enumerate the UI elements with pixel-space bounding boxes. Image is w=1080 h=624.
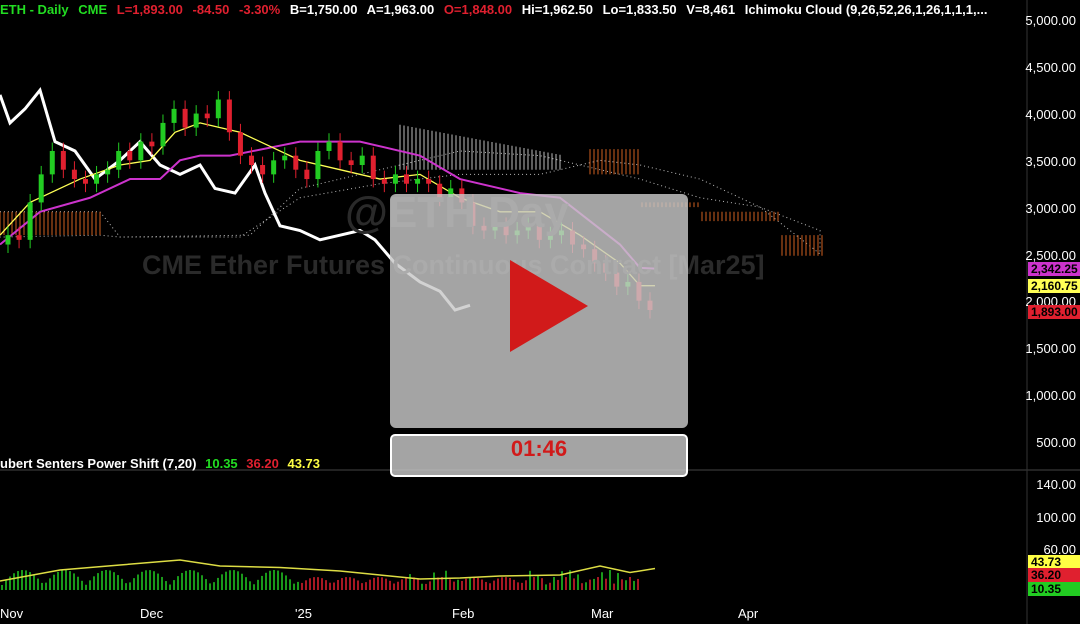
candle-body	[392, 174, 398, 184]
indicator-tag-green: 10.35	[1028, 582, 1080, 596]
x-axis-label: Feb	[452, 606, 475, 621]
candle-body	[271, 160, 277, 175]
bid-price: B=1,750.00	[289, 2, 358, 17]
candle-body	[204, 113, 210, 119]
candle-body	[94, 174, 100, 184]
candle-body	[160, 122, 166, 147]
indicator-name: ubert Senters Power Shift (7,20)	[0, 456, 197, 471]
low-price: Lo=1,833.50	[602, 2, 677, 17]
candle-body	[5, 235, 11, 245]
candle-body	[249, 155, 255, 166]
candle-body	[226, 99, 232, 133]
x-axis-label: Apr	[738, 606, 759, 621]
candle-body	[370, 155, 376, 180]
price-axis-label: 4,500.00	[1025, 60, 1076, 75]
indicator-value-yellow: 43.73	[287, 456, 321, 471]
candle-body	[403, 174, 409, 184]
x-axis-label: Nov	[0, 606, 24, 621]
candle-body	[260, 165, 266, 175]
candle-body	[315, 150, 321, 180]
price-axis-label: 3,000.00	[1025, 201, 1076, 216]
candle-body	[359, 155, 365, 166]
change-value: -84.50	[192, 2, 230, 17]
chart-header: ETH - Daily CME L=1,893.00 -84.50 -3.30%…	[0, 2, 993, 20]
video-duration: 01:46	[510, 436, 568, 461]
price-axis-label: 500.00	[1036, 435, 1076, 450]
candle-body	[348, 160, 354, 166]
x-axis-label: Dec	[140, 606, 164, 621]
price-axis-label: 2,500.00	[1025, 248, 1076, 263]
chart-root[interactable]: ETH - Daily CME L=1,893.00 -84.50 -3.30%…	[0, 0, 1080, 624]
candle-body	[171, 108, 177, 123]
candle-body	[293, 155, 299, 170]
indicator-axis-label: 100.00	[1036, 510, 1076, 525]
price-axis-label: 3,500.00	[1025, 154, 1076, 169]
kijun-price-tag: 2,342.25	[1028, 262, 1080, 276]
candle-body	[215, 99, 221, 119]
last-price: L=1,893.00	[116, 2, 183, 17]
candle-body	[16, 235, 22, 240]
candle-body	[27, 202, 33, 240]
price-axis-label: 1,500.00	[1025, 341, 1076, 356]
candle-body	[127, 150, 133, 161]
indicator-axis-label: 140.00	[1036, 477, 1076, 492]
indicator-tag-red: 36.20	[1028, 568, 1080, 582]
exchange-label: CME	[78, 2, 108, 17]
candle-body	[337, 141, 343, 161]
candle-body	[182, 108, 188, 128]
candle-body	[38, 174, 44, 203]
ask-price: A=1,963.00	[366, 2, 435, 17]
candle-body	[149, 141, 155, 147]
candle-body	[71, 169, 77, 180]
candle-body	[82, 179, 88, 184]
price-axis-label: 5,000.00	[1025, 13, 1076, 28]
candle-body	[326, 141, 332, 151]
x-axis-label: Mar	[591, 606, 614, 621]
candle-body	[60, 150, 66, 170]
study-label: Ichimoku Cloud (9,26,52,26,1,26,1,1,1,..…	[744, 2, 988, 17]
x-axis-label: '25	[295, 606, 312, 621]
high-price: Hi=1,962.50	[521, 2, 593, 17]
indicator-value-red: 36.20	[246, 456, 279, 471]
candle-body	[116, 150, 122, 170]
price-axis-label: 4,000.00	[1025, 107, 1076, 122]
indicator-value-green: 10.35	[205, 456, 238, 471]
open-price: O=1,848.00	[443, 2, 513, 17]
video-timer: 01:46	[390, 434, 688, 477]
last-price-tag: 1,893.00	[1028, 305, 1080, 319]
candle-body	[105, 169, 111, 175]
video-player-overlay[interactable]	[390, 194, 688, 428]
symbol-label: ETH - Daily	[0, 2, 69, 17]
play-icon[interactable]	[510, 260, 588, 352]
indicator-tag-yellow: 43.73	[1028, 555, 1080, 569]
volume-value: V=8,461	[686, 2, 736, 17]
candle-body	[49, 150, 55, 175]
candle-body	[193, 113, 199, 128]
candle-body	[138, 141, 144, 161]
tenkan-price-tag: 2,160.75	[1028, 279, 1080, 293]
candle-body	[282, 155, 288, 161]
candle-body	[237, 132, 243, 156]
candle-body	[304, 169, 310, 180]
candle-body	[381, 179, 387, 184]
candle-body	[426, 179, 432, 184]
indicator-header: ubert Senters Power Shift (7,20) 10.35 3…	[0, 456, 325, 471]
change-percent: -3.30%	[239, 2, 281, 17]
candle-body	[415, 179, 421, 184]
price-axis-label: 1,000.00	[1025, 388, 1076, 403]
